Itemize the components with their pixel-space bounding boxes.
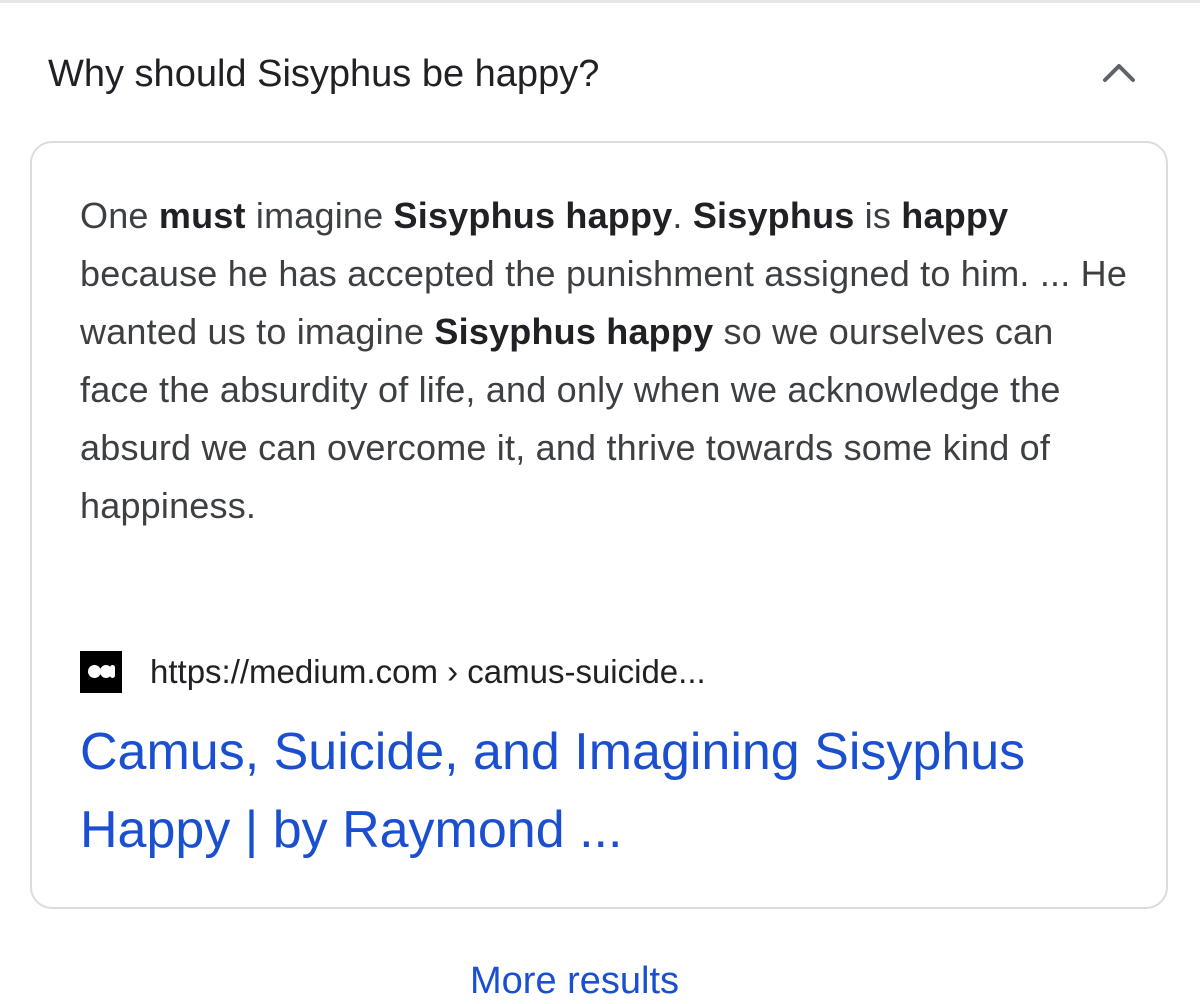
snippet-bold-term: Sisyphus happy	[393, 195, 673, 236]
source-url[interactable]: https://medium.com › camus-suicide...	[150, 651, 706, 693]
faq-question-row[interactable]: Why should Sisyphus be happy?	[0, 3, 1200, 133]
chevron-up-icon[interactable]	[1098, 55, 1140, 91]
snippet-bold-term: Sisyphus happy	[434, 311, 714, 352]
answer-snippet: One must imagine Sisyphus happy. Sisyphu…	[80, 187, 1130, 535]
medium-logo-icon	[80, 651, 122, 693]
snippet-bold-term: must	[158, 195, 246, 236]
source-row[interactable]: https://medium.com › camus-suicide...	[80, 651, 706, 693]
snippet-bold-term: Sisyphus	[692, 195, 855, 236]
snippet-bold-term: happy	[901, 195, 1009, 236]
answer-card: One must imagine Sisyphus happy. Sisyphu…	[30, 141, 1168, 909]
snippet-text: One	[80, 195, 159, 236]
more-results-link[interactable]: More results	[470, 958, 679, 1004]
faq-question[interactable]: Why should Sisyphus be happy?	[48, 51, 599, 97]
snippet-text: imagine	[245, 195, 394, 236]
snippet-text: .	[672, 195, 693, 236]
snippet-text: is	[854, 195, 902, 236]
result-title-link[interactable]: Camus, Suicide, and Imagining Sisyphus H…	[80, 713, 1100, 869]
